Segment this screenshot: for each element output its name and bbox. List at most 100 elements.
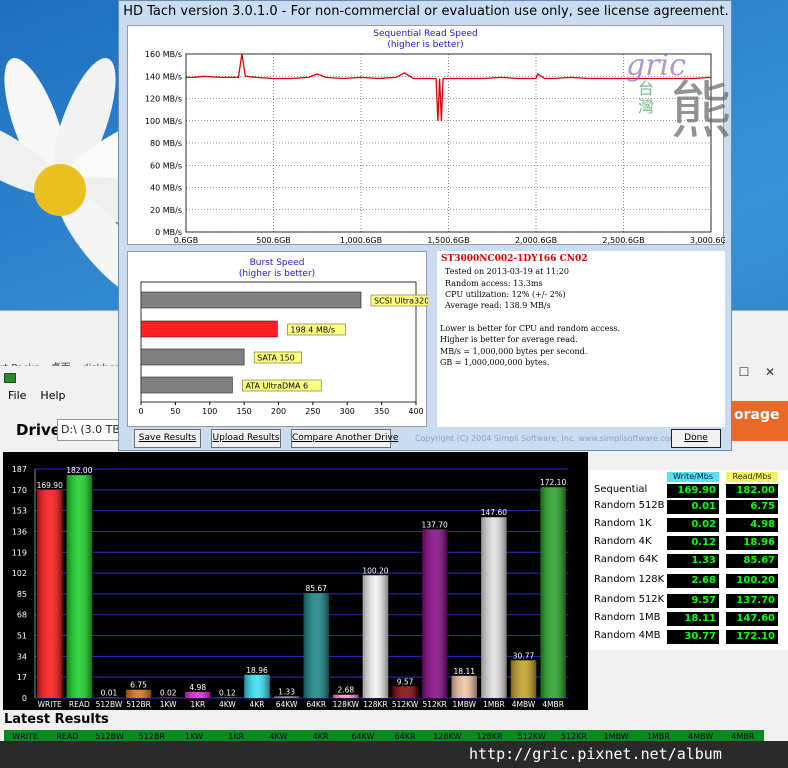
seq-y-tick-label: 20 MB/s [150, 206, 182, 215]
y-tick-label: 136 [12, 527, 27, 536]
bar-value-label: 30.77 [513, 651, 535, 660]
seq-x-tick-label: 1,000.6GB [340, 236, 382, 245]
info-random-access: Random access: 13.3ms [445, 279, 543, 288]
x-category-label: WRITE [38, 700, 62, 709]
x-category-label: 4MBR [542, 700, 564, 709]
latest-results-title: Latest Results [4, 712, 109, 727]
x-category-label: 128KW [333, 700, 360, 709]
row-label: Random 64K [594, 554, 658, 565]
bar-value-label: 0.12 [219, 688, 236, 697]
row-label: Random 128K [594, 574, 665, 585]
y-tick-label: 102 [12, 569, 27, 578]
seq-y-tick-label: 60 MB/s [150, 161, 182, 170]
burst-x-tick-label: 250 [305, 407, 320, 416]
done-button[interactable]: Done [671, 429, 721, 448]
x-category-label: 1MBR [483, 700, 505, 709]
row-write-value: 1.33 [667, 554, 719, 568]
burst-x-tick-label: 350 [374, 407, 389, 416]
burst-x-tick-label: 0 [138, 407, 143, 416]
bar-value-label: 137.70 [422, 520, 448, 529]
row-read-value: 6.75 [726, 500, 778, 514]
row-write-value: 2.68 [667, 574, 719, 588]
bar-value-label: 100.20 [362, 566, 388, 575]
close-button[interactable]: ✕ [758, 363, 782, 381]
row-read-value: 85.67 [726, 554, 778, 568]
y-tick-label: 17 [17, 673, 27, 682]
compare-drive-button[interactable]: Compare Another Drive [291, 429, 398, 448]
table-row: Random 512B 0.01 6.75 [590, 498, 788, 516]
seq-y-tick-label: 40 MB/s [150, 184, 182, 193]
seq-y-tick-label: 120 MB/s [145, 95, 182, 104]
x-category-label: 4KR [250, 700, 265, 709]
burst-x-tick-label: 300 [340, 407, 355, 416]
seq-y-tick-label: 100 MB/s [145, 117, 182, 126]
bar-value-label: 169.90 [37, 481, 63, 490]
drive-model: ST3000NC002-1DY166 CN02 [441, 254, 588, 264]
seq-y-tick-label: 140 MB/s [145, 72, 182, 81]
info-note-2: Higher is better for average read. [440, 335, 578, 344]
storage-badge: orage [728, 401, 788, 441]
row-label: Random 1MB [594, 612, 661, 623]
menu-help[interactable]: Help [40, 389, 65, 405]
x-category-label: READ [69, 700, 90, 709]
seq-x-tick-label: 500.6GB [256, 236, 291, 245]
drive-select[interactable]: D:\ (3.0 TB) [57, 419, 121, 441]
burst-bar-label: SCSI Ultra320 [374, 297, 428, 306]
seq-x-tick-label: 2,000.6GB [515, 236, 557, 245]
seq-x-tick-label: 2,500.6GB [602, 236, 644, 245]
row-read-value: 172.10 [726, 630, 778, 644]
x-category-label: 64KW [276, 700, 298, 709]
table-row: Random 1MB 18.11 147.60 [590, 610, 788, 628]
menu-file[interactable]: File [8, 389, 26, 405]
bar-shade [362, 575, 389, 698]
row-read-value: 137.70 [726, 594, 778, 608]
x-category-label: 4MBW [512, 700, 536, 709]
bar-value-label: 0.02 [160, 688, 177, 697]
maximize-button[interactable]: ☐ [732, 363, 756, 381]
burst-bar [140, 291, 362, 309]
row-label: Random 1K [594, 518, 652, 529]
bar-value-label: 1.33 [278, 687, 295, 696]
bar-value-label: 9.57 [397, 677, 414, 686]
bar-value-label: 85.67 [305, 584, 327, 593]
footer-url: http://gric.pixnet.net/album [469, 745, 722, 763]
burst-x-tick-label: 100 [202, 407, 217, 416]
bar-shade [273, 696, 300, 698]
row-label: Random 4K [594, 536, 652, 547]
y-tick-label: 0 [22, 694, 27, 703]
row-label: Random 512K [594, 594, 665, 605]
bar-value-label: 147.60 [481, 508, 507, 517]
table-row: Random 128K 2.68 100.20 [590, 572, 788, 590]
table-row: Random 1K 0.02 4.98 [590, 516, 788, 534]
x-category-label: 128KR [363, 700, 387, 709]
hdtach-title: HD Tach version 3.0.1.0 - For non-commer… [123, 4, 729, 19]
seq-x-tick-label: 0.6GB [174, 236, 198, 245]
info-note-1: Lower is better for CPU and random acces… [440, 324, 621, 333]
burst-bar [140, 320, 278, 338]
save-results-button[interactable]: Save Results [134, 429, 201, 448]
x-category-label: 512BR [126, 700, 151, 709]
y-tick-label: 85 [17, 590, 27, 599]
seq-y-tick-label: 80 MB/s [150, 139, 182, 148]
drive-info-panel: ST3000NC002-1DY166 CN02 Tested on 2013-0… [437, 251, 725, 427]
x-category-label: 1MBW [453, 700, 477, 709]
bar-shade [66, 475, 93, 698]
upload-results-button[interactable]: Upload Results [211, 429, 281, 448]
bar-value-label: 0.01 [101, 688, 118, 697]
bar-value-label: 18.11 [454, 667, 476, 676]
bar-shade [481, 517, 507, 698]
bar-shade [125, 689, 152, 698]
bar-shade [421, 529, 448, 698]
row-read-value: 18.96 [726, 536, 778, 550]
bar-shade [333, 694, 359, 698]
bar-shade [37, 489, 63, 698]
bar-shade [96, 697, 122, 698]
results-table: Write/Mbs Read/Mbs Sequential 169.90 182.0… [590, 470, 788, 650]
gric-watermark-logo: gric 台灣 熊 [612, 48, 740, 158]
bar-value-label: 4.98 [189, 683, 206, 692]
burst-speed-panel: Burst Speed (higher is better) 0 50 100 150… [127, 251, 428, 427]
seq-x-tick-label: 1,500.6GB [427, 236, 469, 245]
info-note-4: GB = 1,000,000,000 bytes. [440, 358, 550, 367]
y-tick-label: 153 [12, 507, 27, 516]
bar-value-label: 18.96 [246, 666, 268, 675]
